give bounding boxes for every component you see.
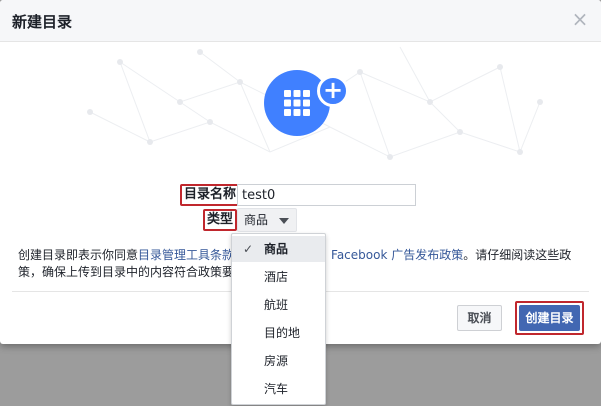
catalog-type-label: 类型 (203, 209, 238, 231)
dropdown-item-label: 商品 (264, 242, 289, 256)
dropdown-item-label: 汽车 (264, 382, 289, 396)
dropdown-item-destination[interactable]: 目的地 (232, 320, 325, 346)
catalog-terms-link[interactable]: 目录管理工具条款 (138, 248, 234, 262)
chevron-down-icon (279, 218, 289, 224)
policy-text-1: 创建目录即表示你同意 (18, 248, 139, 262)
dropdown-item-label: 房源 (264, 354, 289, 368)
grid-icon (284, 90, 310, 116)
type-dropdown-menu: ✓ 商品 酒店 航班 目的地 房源 汽车 (231, 233, 326, 405)
catalog-name-label: 目录名称 (180, 184, 241, 206)
dropdown-item-hotel[interactable]: 酒店 (232, 264, 325, 290)
policy-line-2: 策，确保上传到目录中的内容符合政策要 (18, 264, 234, 281)
cancel-button[interactable]: 取消 (457, 305, 502, 331)
dropdown-item-home-listing[interactable]: 房源 (232, 348, 325, 374)
plus-icon: + (317, 75, 349, 107)
dropdown-item-vehicle[interactable]: 汽车 (232, 376, 325, 402)
policy-text-3: 策，确保上传到目录中的内容符合政策要 (18, 265, 235, 279)
check-icon: ✓ (243, 242, 254, 256)
dropdown-item-label: 航班 (264, 298, 289, 312)
catalog-type-select[interactable]: 商品 (237, 208, 297, 232)
policy-text-2: 。请仔细阅读这些政 (463, 248, 572, 262)
ad-policy-link[interactable]: Facebook 广告发布政策 (331, 248, 463, 262)
dialog-header: 新建目录 × (0, 0, 601, 42)
dropdown-item-label: 目的地 (264, 326, 301, 340)
dropdown-item-label: 酒店 (264, 270, 289, 284)
dropdown-item-flight[interactable]: 航班 (232, 292, 325, 318)
catalog-name-input[interactable] (237, 184, 416, 206)
close-icon[interactable]: × (571, 9, 589, 29)
dialog-title: 新建目录 (12, 13, 73, 31)
dropdown-item-product[interactable]: ✓ 商品 (232, 236, 325, 262)
type-select-value: 商品 (244, 213, 269, 227)
create-catalog-button[interactable]: 创建目录 (519, 305, 580, 331)
